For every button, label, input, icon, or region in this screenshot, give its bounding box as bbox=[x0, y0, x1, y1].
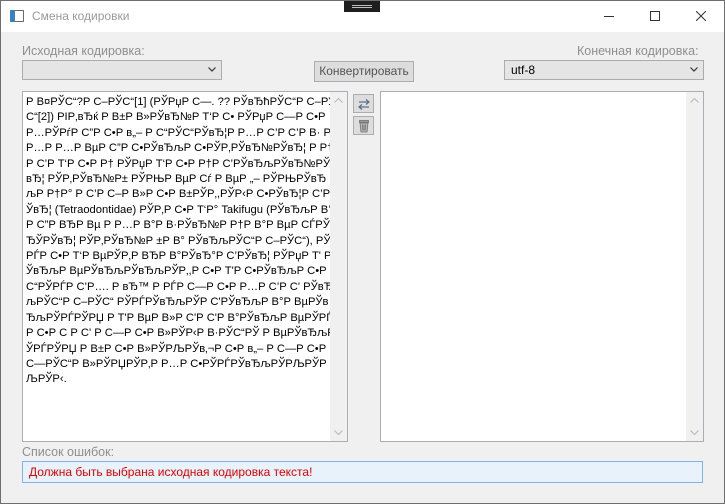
chevron-down-icon bbox=[208, 67, 216, 72]
swap-button[interactable] bbox=[353, 94, 374, 113]
scroll-down-icon[interactable] bbox=[334, 430, 343, 435]
minimize-icon bbox=[604, 16, 614, 17]
swap-icon bbox=[358, 99, 370, 110]
target-encoding-select[interactable]: utf-8 bbox=[504, 60, 704, 80]
error-list[interactable]: Должна быть выбрана исходная кодировка т… bbox=[22, 461, 703, 483]
source-encoding-select[interactable] bbox=[22, 60, 222, 80]
maximize-icon bbox=[650, 11, 660, 21]
clear-button[interactable] bbox=[353, 116, 374, 135]
scroll-up-icon[interactable] bbox=[334, 98, 343, 103]
minimize-button[interactable] bbox=[586, 1, 632, 32]
errors-label: Список ошибок: bbox=[22, 445, 115, 459]
source-text-area[interactable]: Р В¤РЎС“?Р С–РЎС“[1] (РЎРџР С—. ?? РЎвЂћ… bbox=[22, 91, 348, 442]
maximize-button[interactable] bbox=[632, 1, 678, 32]
drag-handle[interactable] bbox=[344, 1, 380, 12]
scroll-up-icon[interactable] bbox=[690, 98, 699, 103]
target-encoding-label: Конечная кодировка: bbox=[577, 44, 699, 58]
close-button[interactable] bbox=[678, 1, 724, 32]
source-text: Р В¤РЎС“?Р С–РЎС“[1] (РЎРџР С—. ?? РЎвЂћ… bbox=[26, 96, 336, 386]
target-encoding-value: utf-8 bbox=[511, 63, 536, 77]
source-scrollbar[interactable] bbox=[330, 92, 347, 441]
close-icon bbox=[696, 11, 706, 21]
scroll-down-icon[interactable] bbox=[690, 430, 699, 435]
title-bar: Смена кодировки bbox=[1, 1, 724, 32]
main-window: Смена кодировки Исходная кодировка: Конв… bbox=[0, 0, 725, 504]
app-icon bbox=[10, 10, 24, 22]
convert-button[interactable]: Конвертировать bbox=[314, 61, 414, 82]
window-title: Смена кодировки bbox=[32, 9, 130, 23]
source-encoding-label: Исходная кодировка: bbox=[22, 44, 145, 58]
result-scrollbar[interactable] bbox=[686, 92, 703, 441]
result-text-area[interactable] bbox=[380, 91, 704, 442]
error-message: Должна быть выбрана исходная кодировка т… bbox=[29, 465, 313, 479]
trash-icon bbox=[359, 120, 369, 133]
chevron-down-icon bbox=[690, 67, 698, 72]
